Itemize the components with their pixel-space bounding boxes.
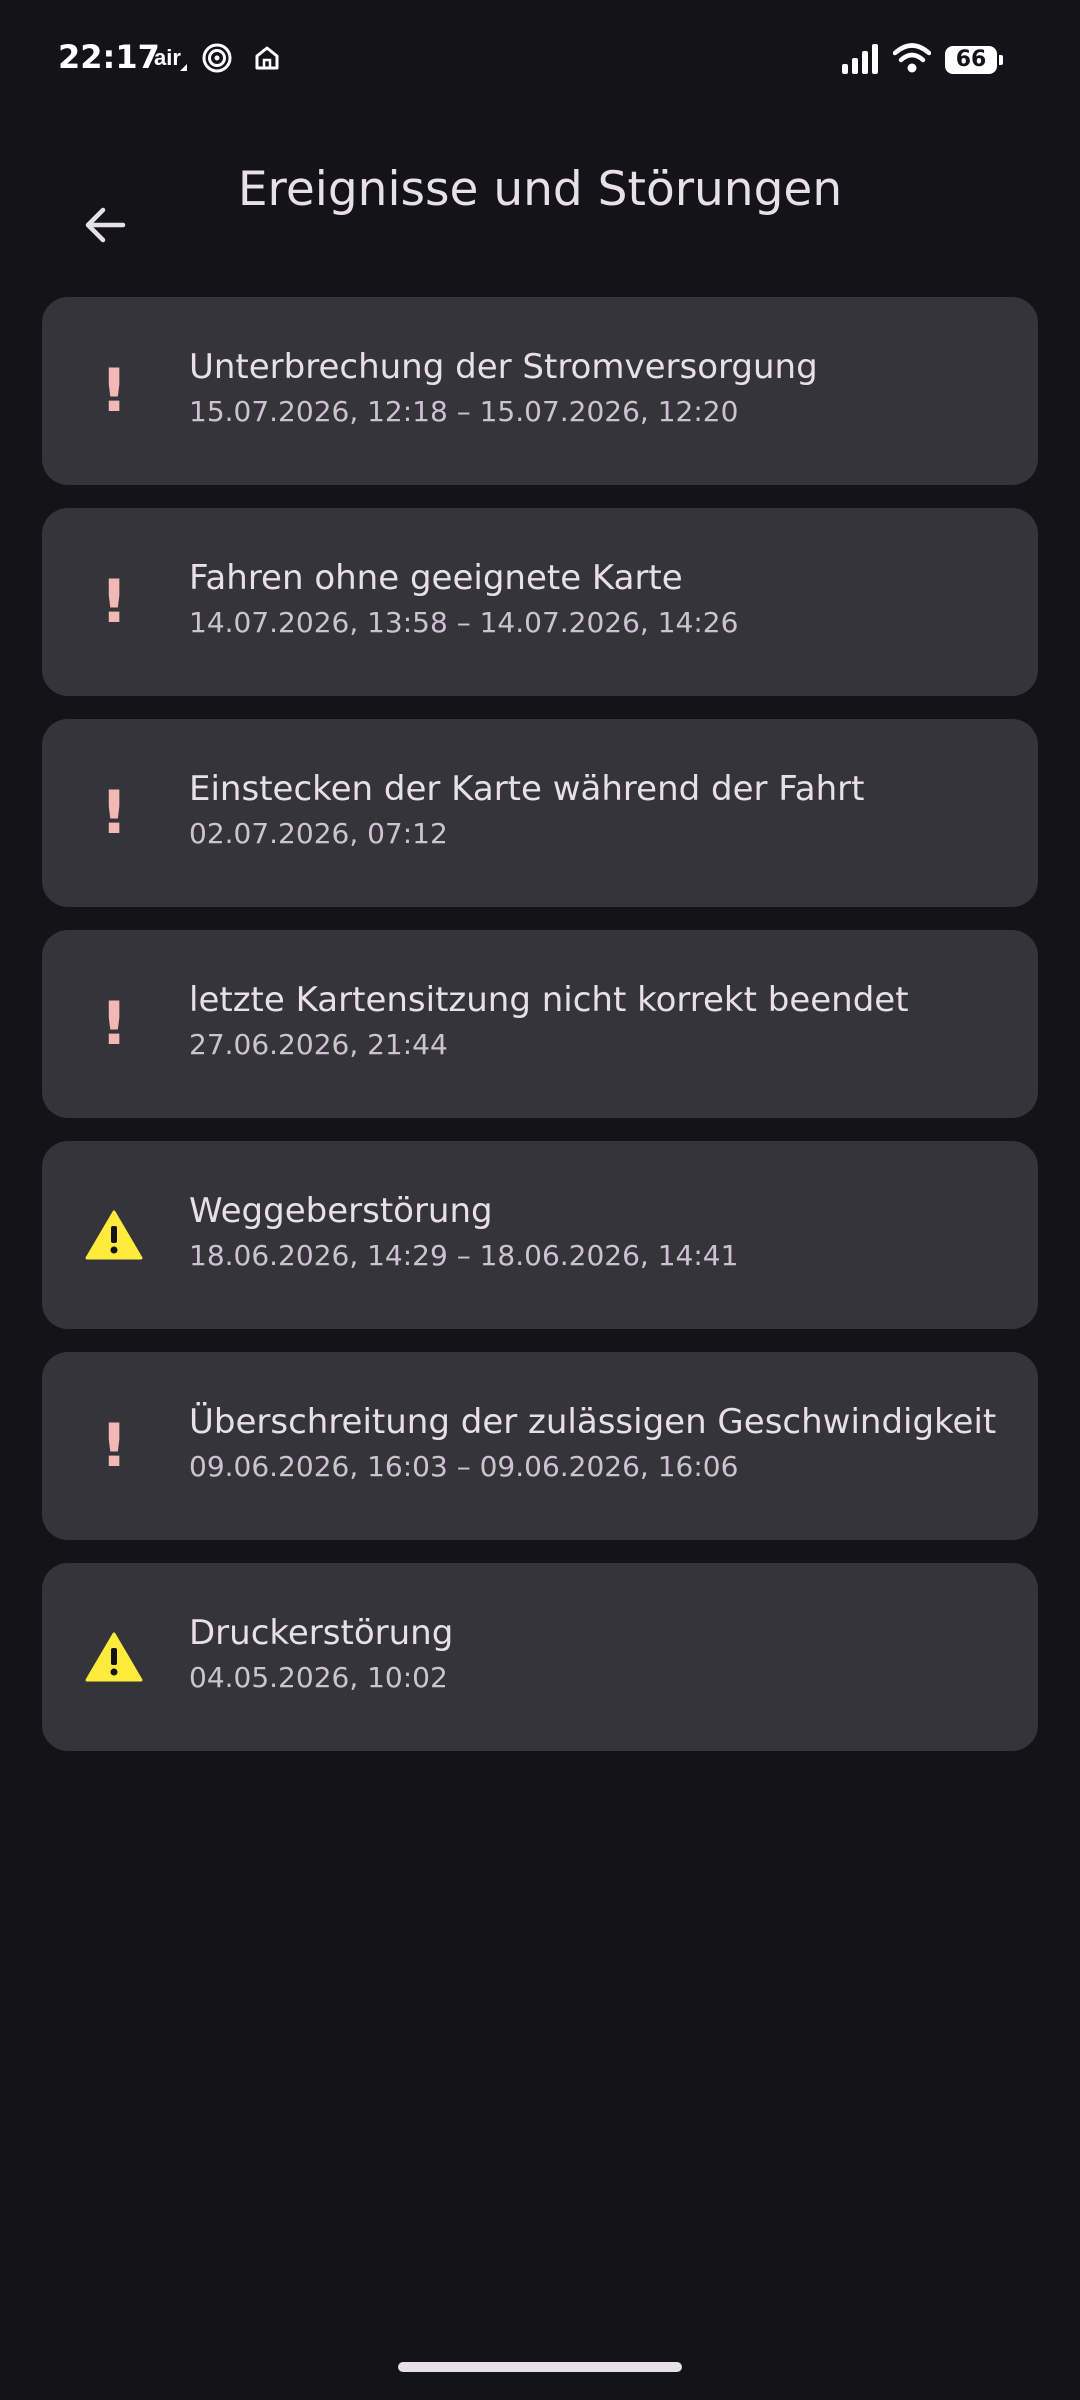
status-time: 22:17 (58, 38, 160, 76)
event-item[interactable]: Weggeberstörung 18.06.2026, 14:29 – 18.0… (42, 1141, 1038, 1329)
warning-triangle-icon (82, 1203, 146, 1267)
page-title: Ereignisse und Störungen (237, 162, 843, 217)
home-icon (253, 44, 281, 76)
exclamation-icon: ! (100, 989, 128, 1059)
event-title: Weggeberstörung (189, 1191, 493, 1231)
event-title: Überschreitung der zulässigen Geschwindi… (189, 1402, 997, 1442)
event-item[interactable]: ! Überschreitung der zulässigen Geschwin… (42, 1352, 1038, 1540)
event-title: Einstecken der Karte während der Fahrt (189, 769, 865, 809)
battery-icon: 66 (945, 46, 1003, 74)
event-time: 09.06.2026, 16:03 – 09.06.2026, 16:06 (189, 1450, 739, 1483)
wifi-icon (892, 42, 932, 78)
event-item[interactable]: ! letzte Kartensitzung nicht korrekt bee… (42, 930, 1038, 1118)
event-time: 14.07.2026, 13:58 – 14.07.2026, 14:26 (189, 606, 739, 639)
home-indicator[interactable] (398, 2362, 682, 2372)
event-title: Druckerstörung (189, 1613, 454, 1653)
event-time: 27.06.2026, 21:44 (189, 1028, 448, 1061)
event-list: ! Unterbrechung der Stromversorgung 15.0… (42, 297, 1038, 1774)
event-item[interactable]: ! Unterbrechung der Stromversorgung 15.0… (42, 297, 1038, 485)
event-item[interactable]: Druckerstörung 04.05.2026, 10:02 (42, 1563, 1038, 1751)
exclamation-icon: ! (100, 778, 128, 848)
event-time: 18.06.2026, 14:29 – 18.06.2026, 14:41 (189, 1239, 739, 1272)
warning-triangle-icon (82, 1625, 146, 1689)
event-item[interactable]: ! Einstecken der Karte während der Fahrt… (42, 719, 1038, 907)
spiral-icon (202, 43, 232, 77)
air-icon: air (154, 45, 187, 71)
event-title: Fahren ohne geeignete Karte (189, 558, 683, 598)
exclamation-icon: ! (100, 356, 128, 426)
event-time: 04.05.2026, 10:02 (189, 1661, 448, 1694)
exclamation-icon: ! (100, 567, 128, 637)
signal-icon (842, 44, 880, 78)
event-time: 02.07.2026, 07:12 (189, 817, 448, 850)
event-title: Unterbrechung der Stromversorgung (189, 347, 818, 387)
event-item[interactable]: ! Fahren ohne geeignete Karte 14.07.2026… (42, 508, 1038, 696)
event-time: 15.07.2026, 12:18 – 15.07.2026, 12:20 (189, 395, 739, 428)
event-title: letzte Kartensitzung nicht korrekt beend… (189, 980, 909, 1020)
exclamation-icon: ! (100, 1411, 128, 1481)
status-bar: 22:17 air 66 (0, 0, 1080, 120)
